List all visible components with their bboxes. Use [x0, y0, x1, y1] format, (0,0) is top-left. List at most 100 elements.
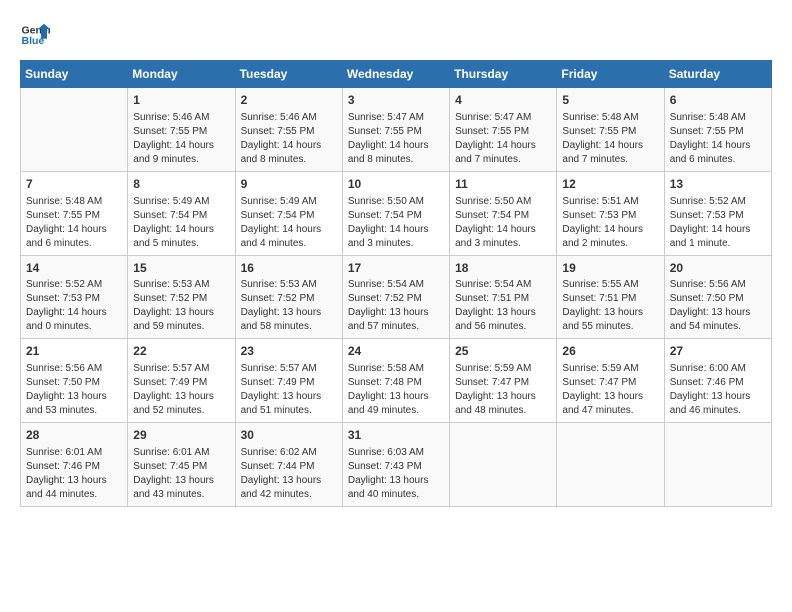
calendar-cell: 22 Sunrise: 5:57 AM Sunset: 7:49 PM Dayl…	[128, 339, 235, 423]
day-number: 26	[562, 343, 658, 360]
cell-content: Sunrise: 5:49 AM Sunset: 7:54 PM Dayligh…	[241, 195, 337, 251]
sunset-label: Sunset: 7:47 PM	[562, 377, 636, 388]
cell-content: Sunrise: 5:59 AM Sunset: 7:47 PM Dayligh…	[455, 362, 551, 418]
calendar-cell: 16 Sunrise: 5:53 AM Sunset: 7:52 PM Dayl…	[235, 255, 342, 339]
daylight-label: Daylight: 13 hours and 56 minutes.	[455, 307, 536, 332]
weekday-header-row: SundayMondayTuesdayWednesdayThursdayFrid…	[21, 61, 772, 88]
sunset-label: Sunset: 7:54 PM	[455, 210, 529, 221]
calendar-cell: 21 Sunrise: 5:56 AM Sunset: 7:50 PM Dayl…	[21, 339, 128, 423]
daylight-label: Daylight: 13 hours and 51 minutes.	[241, 391, 322, 416]
day-number: 27	[670, 343, 766, 360]
cell-content: Sunrise: 5:46 AM Sunset: 7:55 PM Dayligh…	[133, 111, 229, 167]
sunset-label: Sunset: 7:46 PM	[26, 461, 100, 472]
sunset-label: Sunset: 7:52 PM	[348, 293, 422, 304]
cell-content: Sunrise: 5:53 AM Sunset: 7:52 PM Dayligh…	[133, 278, 229, 334]
cell-content: Sunrise: 5:59 AM Sunset: 7:47 PM Dayligh…	[562, 362, 658, 418]
day-number: 2	[241, 92, 337, 109]
day-number: 22	[133, 343, 229, 360]
daylight-label: Daylight: 13 hours and 42 minutes.	[241, 475, 322, 500]
day-number: 9	[241, 176, 337, 193]
sunrise-label: Sunrise: 5:51 AM	[562, 196, 638, 207]
sunset-label: Sunset: 7:49 PM	[133, 377, 207, 388]
sunrise-label: Sunrise: 5:50 AM	[455, 196, 531, 207]
sunset-label: Sunset: 7:53 PM	[26, 293, 100, 304]
daylight-label: Daylight: 13 hours and 52 minutes.	[133, 391, 214, 416]
cell-content: Sunrise: 6:02 AM Sunset: 7:44 PM Dayligh…	[241, 446, 337, 502]
cell-content: Sunrise: 5:58 AM Sunset: 7:48 PM Dayligh…	[348, 362, 444, 418]
sunset-label: Sunset: 7:55 PM	[455, 126, 529, 137]
sunset-label: Sunset: 7:54 PM	[241, 210, 315, 221]
day-number: 18	[455, 260, 551, 277]
day-number: 23	[241, 343, 337, 360]
svg-text:Blue: Blue	[22, 35, 45, 47]
cell-content: Sunrise: 5:46 AM Sunset: 7:55 PM Dayligh…	[241, 111, 337, 167]
sunrise-label: Sunrise: 6:02 AM	[241, 447, 317, 458]
daylight-label: Daylight: 14 hours and 6 minutes.	[670, 140, 751, 165]
day-number: 20	[670, 260, 766, 277]
cell-content: Sunrise: 5:48 AM Sunset: 7:55 PM Dayligh…	[26, 195, 122, 251]
cell-content: Sunrise: 6:01 AM Sunset: 7:46 PM Dayligh…	[26, 446, 122, 502]
daylight-label: Daylight: 14 hours and 8 minutes.	[348, 140, 429, 165]
daylight-label: Daylight: 14 hours and 9 minutes.	[133, 140, 214, 165]
sunrise-label: Sunrise: 5:53 AM	[241, 279, 317, 290]
day-number: 8	[133, 176, 229, 193]
cell-content: Sunrise: 5:52 AM Sunset: 7:53 PM Dayligh…	[670, 195, 766, 251]
calendar-cell: 1 Sunrise: 5:46 AM Sunset: 7:55 PM Dayli…	[128, 88, 235, 172]
page-header: General Blue	[20, 20, 772, 50]
calendar-cell: 19 Sunrise: 5:55 AM Sunset: 7:51 PM Dayl…	[557, 255, 664, 339]
cell-content: Sunrise: 5:47 AM Sunset: 7:55 PM Dayligh…	[455, 111, 551, 167]
sunrise-label: Sunrise: 5:57 AM	[241, 363, 317, 374]
calendar-cell	[450, 423, 557, 507]
day-number: 12	[562, 176, 658, 193]
sunrise-label: Sunrise: 5:48 AM	[562, 112, 638, 123]
daylight-label: Daylight: 13 hours and 58 minutes.	[241, 307, 322, 332]
week-row-1: 1 Sunrise: 5:46 AM Sunset: 7:55 PM Dayli…	[21, 88, 772, 172]
cell-content: Sunrise: 5:50 AM Sunset: 7:54 PM Dayligh…	[348, 195, 444, 251]
calendar-cell	[664, 423, 771, 507]
sunrise-label: Sunrise: 5:55 AM	[562, 279, 638, 290]
calendar-cell	[21, 88, 128, 172]
sunset-label: Sunset: 7:52 PM	[133, 293, 207, 304]
day-number: 4	[455, 92, 551, 109]
cell-content: Sunrise: 5:56 AM Sunset: 7:50 PM Dayligh…	[26, 362, 122, 418]
daylight-label: Daylight: 14 hours and 3 minutes.	[348, 224, 429, 249]
weekday-header-saturday: Saturday	[664, 61, 771, 88]
calendar-cell: 6 Sunrise: 5:48 AM Sunset: 7:55 PM Dayli…	[664, 88, 771, 172]
sunset-label: Sunset: 7:50 PM	[26, 377, 100, 388]
sunrise-label: Sunrise: 6:00 AM	[670, 363, 746, 374]
weekday-header-sunday: Sunday	[21, 61, 128, 88]
cell-content: Sunrise: 5:57 AM Sunset: 7:49 PM Dayligh…	[241, 362, 337, 418]
calendar-cell: 18 Sunrise: 5:54 AM Sunset: 7:51 PM Dayl…	[450, 255, 557, 339]
calendar-cell: 9 Sunrise: 5:49 AM Sunset: 7:54 PM Dayli…	[235, 171, 342, 255]
calendar-cell: 27 Sunrise: 6:00 AM Sunset: 7:46 PM Dayl…	[664, 339, 771, 423]
sunrise-label: Sunrise: 5:54 AM	[455, 279, 531, 290]
sunset-label: Sunset: 7:48 PM	[348, 377, 422, 388]
sunrise-label: Sunrise: 5:49 AM	[241, 196, 317, 207]
calendar-cell: 25 Sunrise: 5:59 AM Sunset: 7:47 PM Dayl…	[450, 339, 557, 423]
sunset-label: Sunset: 7:44 PM	[241, 461, 315, 472]
daylight-label: Daylight: 14 hours and 3 minutes.	[455, 224, 536, 249]
calendar-cell: 20 Sunrise: 5:56 AM Sunset: 7:50 PM Dayl…	[664, 255, 771, 339]
week-row-2: 7 Sunrise: 5:48 AM Sunset: 7:55 PM Dayli…	[21, 171, 772, 255]
cell-content: Sunrise: 5:55 AM Sunset: 7:51 PM Dayligh…	[562, 278, 658, 334]
day-number: 3	[348, 92, 444, 109]
day-number: 11	[455, 176, 551, 193]
sunrise-label: Sunrise: 5:49 AM	[133, 196, 209, 207]
daylight-label: Daylight: 13 hours and 53 minutes.	[26, 391, 107, 416]
cell-content: Sunrise: 5:53 AM Sunset: 7:52 PM Dayligh…	[241, 278, 337, 334]
weekday-header-tuesday: Tuesday	[235, 61, 342, 88]
daylight-label: Daylight: 13 hours and 44 minutes.	[26, 475, 107, 500]
daylight-label: Daylight: 13 hours and 47 minutes.	[562, 391, 643, 416]
calendar-cell: 30 Sunrise: 6:02 AM Sunset: 7:44 PM Dayl…	[235, 423, 342, 507]
cell-content: Sunrise: 5:49 AM Sunset: 7:54 PM Dayligh…	[133, 195, 229, 251]
daylight-label: Daylight: 13 hours and 48 minutes.	[455, 391, 536, 416]
sunset-label: Sunset: 7:50 PM	[670, 293, 744, 304]
day-number: 10	[348, 176, 444, 193]
sunset-label: Sunset: 7:55 PM	[348, 126, 422, 137]
sunset-label: Sunset: 7:53 PM	[670, 210, 744, 221]
cell-content: Sunrise: 5:54 AM Sunset: 7:51 PM Dayligh…	[455, 278, 551, 334]
daylight-label: Daylight: 14 hours and 1 minute.	[670, 224, 751, 249]
day-number: 14	[26, 260, 122, 277]
sunrise-label: Sunrise: 5:52 AM	[26, 279, 102, 290]
sunset-label: Sunset: 7:49 PM	[241, 377, 315, 388]
